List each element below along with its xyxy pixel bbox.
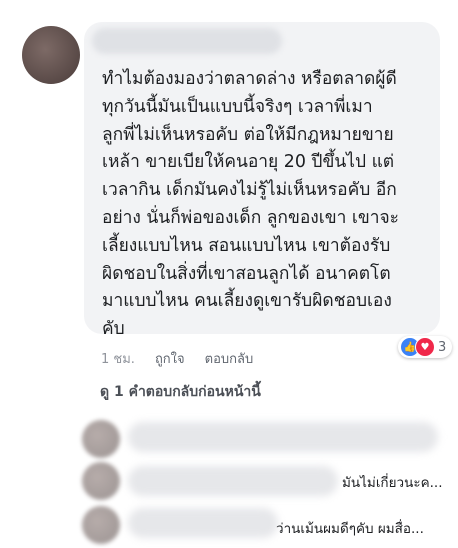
reply-redacted: [128, 508, 278, 538]
commenter-name-redacted[interactable]: [92, 28, 282, 54]
reply-avatar[interactable]: [82, 506, 120, 544]
love-icon: ♥: [415, 337, 435, 357]
reply-redacted: [128, 466, 338, 496]
reply-redacted: [128, 422, 438, 452]
reaction-summary[interactable]: 👍 ♥ 3: [398, 336, 453, 358]
comment-text: ทำไมต้องมองว่าตลาดล่าง หรือตลาดผู้ดี ทุก…: [102, 69, 400, 340]
view-previous-replies-link[interactable]: ดู 1 คำตอบกลับก่อนหน้านี้: [100, 381, 261, 403]
reply-avatar[interactable]: [82, 462, 120, 500]
comment-actions: 1 ชม. ถูกใจ ตอบกลับ: [101, 348, 253, 369]
reply-link[interactable]: ตอบกลับ: [205, 348, 254, 369]
reaction-count: 3: [438, 339, 447, 355]
like-link[interactable]: ถูกใจ: [155, 348, 185, 369]
reply-snippet: มันไม่เกี่ยวนะค...: [342, 475, 443, 491]
reply-avatar[interactable]: [82, 420, 120, 458]
reply-snippet: ว่านเม้นผมดีๆคับ ผมสื่อ...: [276, 521, 424, 537]
commenter-avatar[interactable]: [22, 26, 80, 84]
comment-timestamp[interactable]: 1 ชม.: [101, 348, 135, 369]
